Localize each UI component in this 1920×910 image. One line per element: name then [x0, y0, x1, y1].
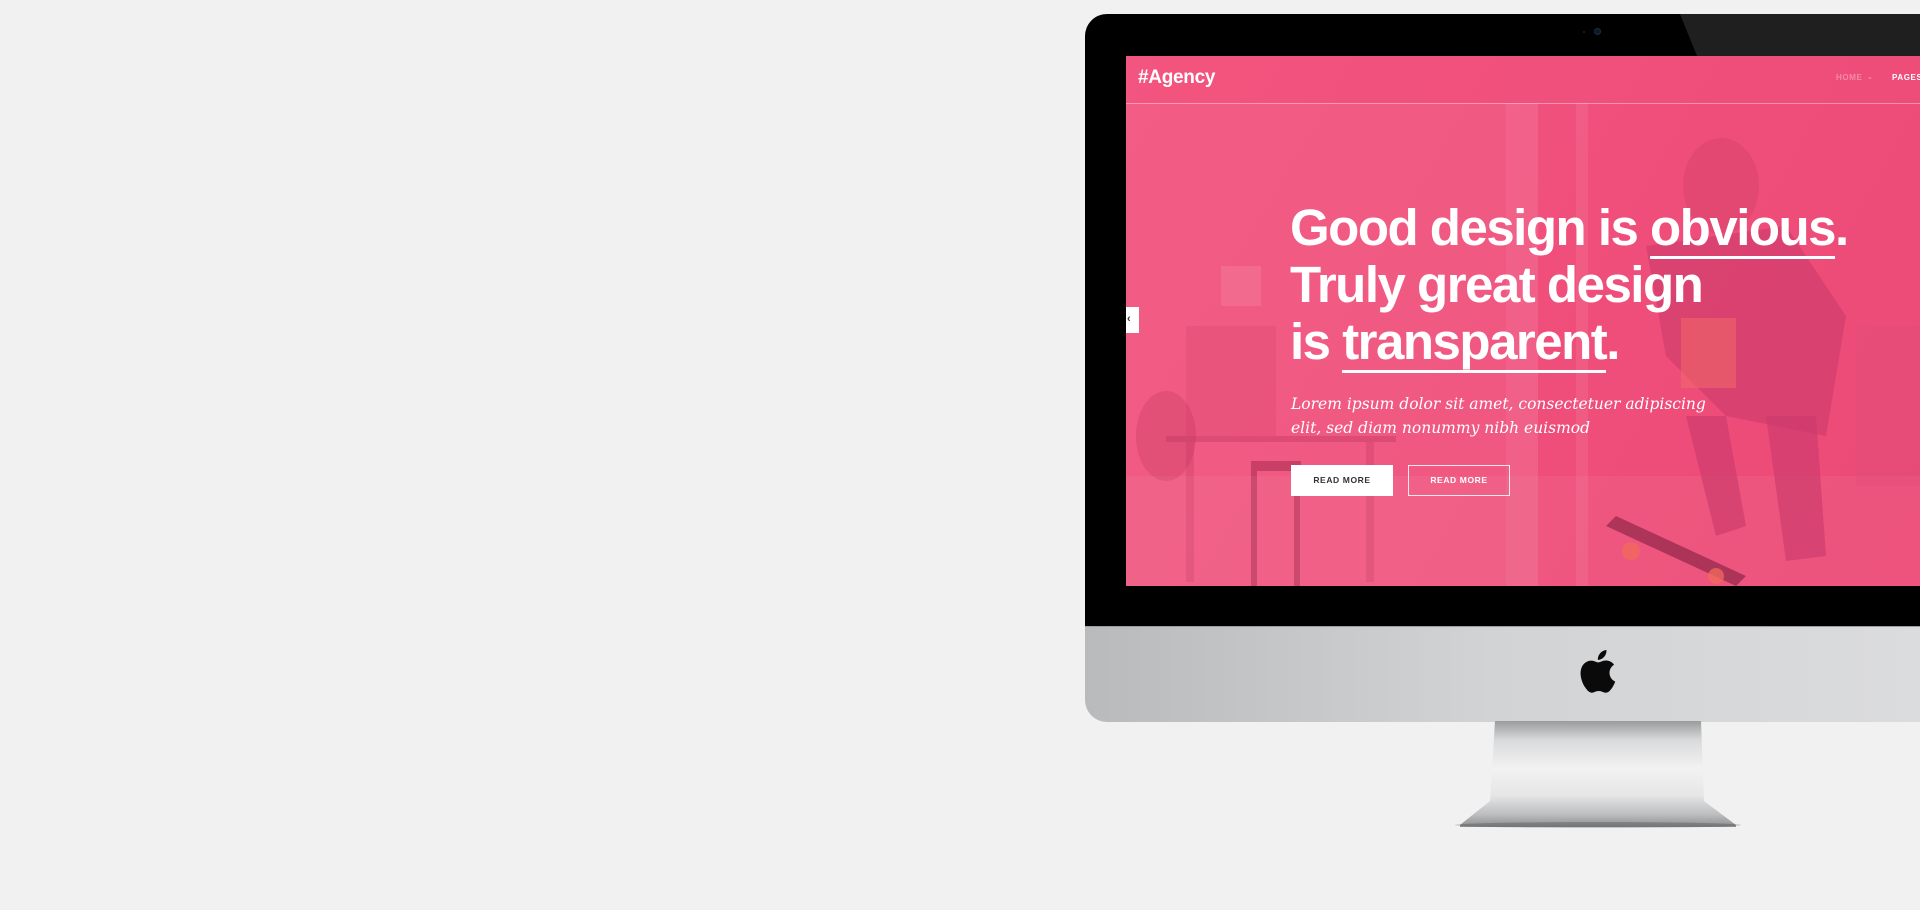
- camera-icon: [1594, 28, 1601, 35]
- imac-stand: [1460, 721, 1736, 827]
- sensor-dot: [1583, 31, 1585, 33]
- headline-punct: .: [1606, 313, 1620, 370]
- headline-underlined-word: transparent: [1342, 313, 1608, 373]
- headline-line-1: Good design is obvious.: [1290, 199, 1849, 259]
- imac-chin: [1085, 626, 1920, 722]
- lead-line-1: Lorem ipsum dolor sit amet, consectetuer…: [1291, 395, 1706, 413]
- nav-item-pages[interactable]: PAGES: [1892, 73, 1920, 82]
- read-more-button-primary[interactable]: READ MORE: [1291, 465, 1393, 496]
- chevron-left-icon: ‹: [1127, 313, 1131, 325]
- read-more-button-secondary[interactable]: READ MORE: [1408, 465, 1510, 496]
- headline-line-3: is transparent.: [1290, 313, 1848, 373]
- nav-item-home[interactable]: HOME: [1836, 73, 1862, 82]
- headline-text: is: [1290, 313, 1343, 370]
- chevron-down-icon: ⌄: [1867, 74, 1873, 81]
- stand-shadow: [1455, 822, 1741, 828]
- slider-prev-button[interactable]: ‹: [1126, 307, 1139, 333]
- apple-icon: [1580, 650, 1616, 693]
- website-screen: #Agency HOME ⌄ PAGES ‹ Good design is ob…: [1126, 56, 1920, 586]
- headline-line-2: Truly great design: [1290, 256, 1704, 313]
- hero-headline: Good design is obvious. Truly great desi…: [1290, 199, 1849, 373]
- headline-punct: .: [1835, 199, 1849, 256]
- headline-underlined-word: obvious: [1650, 199, 1837, 259]
- headline-text: Good design is: [1290, 199, 1651, 256]
- site-navbar: #Agency HOME ⌄ PAGES: [1126, 56, 1920, 104]
- bezel-glare: [1680, 14, 1920, 56]
- site-logo[interactable]: #Agency: [1138, 67, 1215, 89]
- lead-line-2: elit, sed diam nonummy nibh euismod: [1291, 419, 1591, 437]
- hero-lead-text: Lorem ipsum dolor sit amet, consectetuer…: [1291, 392, 1711, 440]
